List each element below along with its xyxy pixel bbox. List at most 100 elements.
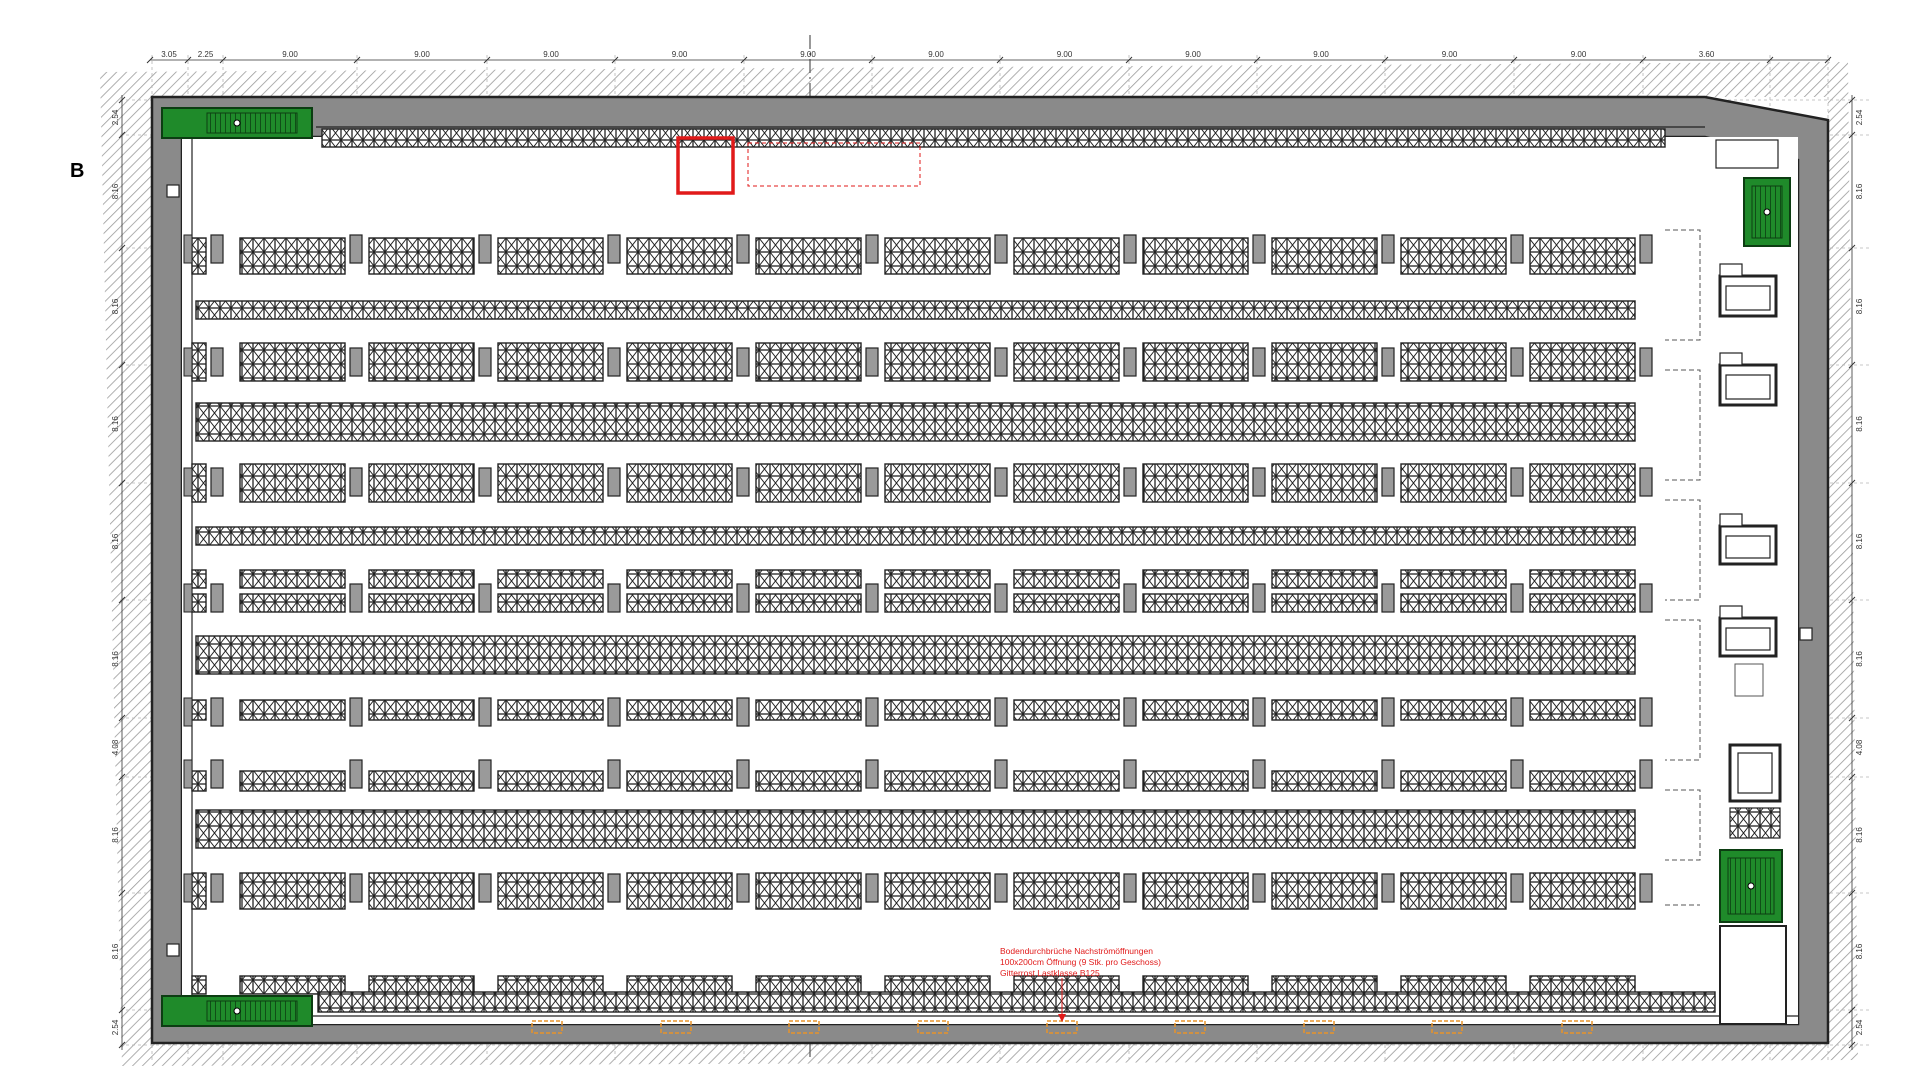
dimension-label-top: 9.00: [1571, 50, 1587, 59]
column: [1123, 873, 1137, 903]
column: [1252, 234, 1266, 264]
column: [183, 467, 193, 497]
column: [607, 873, 621, 903]
rack-segment: [1529, 593, 1636, 613]
dimension-label-top: 9.00: [1185, 50, 1201, 59]
dimension-label-right: 8.16: [1855, 827, 1864, 843]
column: [1252, 347, 1266, 377]
door-swing: [1719, 352, 1743, 366]
rack-segment: [1142, 975, 1249, 995]
rack-segment: [368, 342, 475, 382]
dimension-label-top: 9.00: [543, 50, 559, 59]
rack-segment: [239, 975, 346, 995]
note-line-1: Bodendurchbrüche Nachströmöffnungen: [1000, 946, 1153, 956]
stair-marker: [1763, 208, 1771, 216]
column: [994, 234, 1008, 264]
service-room-inner: [1725, 535, 1771, 559]
rack-segment: [1400, 463, 1507, 503]
rack-row: [195, 300, 1636, 320]
dimension-label-top: 2.25: [198, 50, 214, 59]
column: [1252, 873, 1266, 903]
rack-segment: [497, 569, 604, 589]
rack-segment: [884, 593, 991, 613]
rack-segment: [239, 342, 346, 382]
column: [210, 583, 224, 613]
rack-segment: [191, 463, 207, 503]
dimension-label-left: 8.16: [111, 183, 120, 199]
column: [478, 759, 492, 789]
dimension-label-top: 3.60: [1699, 50, 1715, 59]
column: [1639, 583, 1653, 613]
rack-segment: [1529, 237, 1636, 275]
rack-segment: [755, 770, 862, 792]
rack-segment: [884, 569, 991, 589]
column: [736, 234, 750, 264]
column: [994, 697, 1008, 727]
rack-segment: [1142, 593, 1249, 613]
rack-segment: [884, 872, 991, 910]
rack-segment: [1271, 770, 1378, 792]
rack-segment: [191, 237, 207, 275]
rack-segment: [239, 699, 346, 721]
column: [183, 347, 193, 377]
rack-segment: [191, 569, 207, 589]
rack-segment: [1271, 872, 1378, 910]
rack-segment: [368, 569, 475, 589]
section-marker: B: [70, 160, 84, 182]
column: [349, 759, 363, 789]
column: [1639, 873, 1653, 903]
rack-segment: [884, 342, 991, 382]
rack-segment: [626, 770, 733, 792]
rack-segment: [1529, 569, 1636, 589]
column: [1510, 234, 1524, 264]
rack-segment: [755, 975, 862, 995]
column: [736, 583, 750, 613]
column: [210, 467, 224, 497]
dimension-label-top: 9.00: [414, 50, 430, 59]
column: [478, 873, 492, 903]
column: [994, 759, 1008, 789]
rack-segment: [1400, 975, 1507, 995]
column: [1510, 759, 1524, 789]
column: [1381, 697, 1395, 727]
wall-niche: [1799, 627, 1813, 641]
rack-segment: [239, 872, 346, 910]
column: [607, 759, 621, 789]
column: [865, 873, 879, 903]
rack-segment: [1142, 872, 1249, 910]
column: [1639, 697, 1653, 727]
rack-segment: [239, 569, 346, 589]
rack-segment: [755, 699, 862, 721]
column: [1381, 234, 1395, 264]
rack-segment: [191, 975, 207, 995]
column: [736, 759, 750, 789]
rack-segment: [884, 975, 991, 995]
dimension-label-left: 8.16: [111, 827, 120, 843]
column: [1639, 347, 1653, 377]
rack-row: [195, 809, 1636, 849]
column: [1252, 583, 1266, 613]
rack-segment: [1400, 237, 1507, 275]
rack-segment: [884, 770, 991, 792]
dimension-label-top: 9.00: [1442, 50, 1458, 59]
column: [994, 873, 1008, 903]
rack-segment: [626, 342, 733, 382]
rack-segment: [1142, 342, 1249, 382]
dimension-label-right: 8.16: [1855, 943, 1864, 959]
stair-treads: [206, 112, 298, 134]
dimension-label-top: 9.00: [800, 50, 816, 59]
door-swing: [1719, 605, 1743, 619]
dimension-label-top: 9.00: [928, 50, 944, 59]
corner-room: [1719, 925, 1787, 1025]
column: [1123, 467, 1137, 497]
rack-segment: [1013, 699, 1120, 721]
rack-segment: [1400, 569, 1507, 589]
rack-segment: [191, 342, 207, 382]
rack-segment: [1013, 463, 1120, 503]
column: [1123, 347, 1137, 377]
column: [607, 467, 621, 497]
column: [1639, 467, 1653, 497]
rack-segment: [1271, 342, 1378, 382]
column: [1123, 759, 1137, 789]
rack-segment: [1271, 593, 1378, 613]
